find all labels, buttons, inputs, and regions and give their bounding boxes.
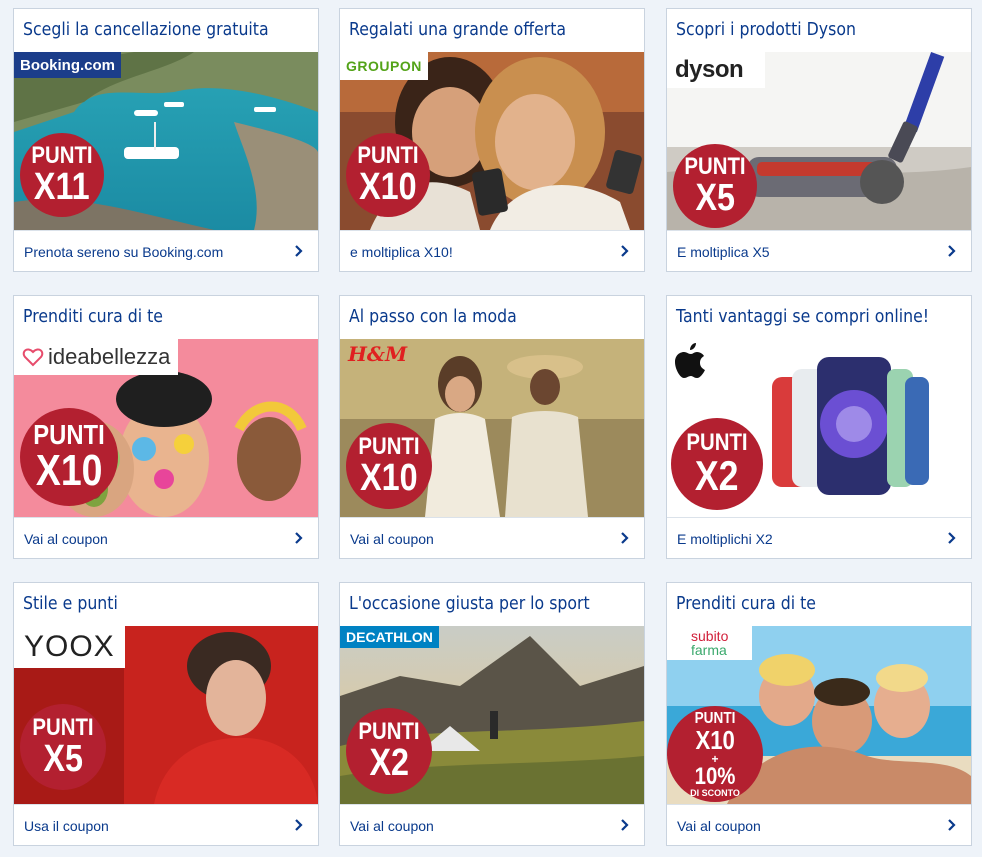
card-image[interactable]: subito farma PUNTI X10 + 10% DI SCONTO — [667, 626, 971, 804]
card-title: Al passo con la moda — [349, 307, 517, 327]
points-badge: PUNTI X5 — [673, 144, 757, 228]
card-footer-link[interactable]: Prenota sereno su Booking.com — [14, 230, 318, 273]
card-link-text[interactable]: Vai al coupon — [677, 818, 761, 834]
apple-icon — [675, 343, 705, 378]
chevron-right-icon — [295, 532, 303, 544]
dyson-logo: dyson — [667, 52, 765, 88]
chevron-right-icon — [621, 532, 629, 544]
chevron-right-icon — [948, 819, 956, 831]
card-footer-link[interactable]: Vai al coupon — [340, 804, 644, 847]
card-image[interactable]: Booking.com PUNTI X11 — [14, 52, 318, 230]
card-title: L'occasione giusta per lo sport — [349, 594, 590, 614]
groupon-logo: GROUPON — [340, 52, 428, 80]
card-title: Scopri i prodotti Dyson — [676, 20, 856, 40]
card-image[interactable]: DECATHLON PUNTI X2 — [340, 626, 644, 804]
card-image[interactable]: ideabellezza PUNTI X10 — [14, 339, 318, 517]
points-badge: PUNTI X10 — [20, 408, 118, 506]
points-badge: PUNTI X10 — [346, 423, 432, 509]
card-title: Scegli la cancellazione gratuita — [23, 20, 269, 40]
ideabellezza-logo: ideabellezza — [14, 339, 179, 375]
chevron-right-icon — [621, 819, 629, 831]
card-title: Prenditi cura di te — [23, 307, 163, 327]
card-title: Tanti vantaggi se compri online! — [676, 307, 930, 327]
card-link-text[interactable]: e moltiplica X10! — [350, 244, 453, 260]
points-badge: PUNTI X10 + 10% DI SCONTO — [667, 706, 763, 802]
card-image[interactable]: PUNTI X2 — [667, 339, 971, 517]
hm-logo: H&M — [348, 342, 408, 366]
card-link-text[interactable]: Vai al coupon — [350, 818, 434, 834]
points-badge: PUNTI X2 — [346, 708, 432, 794]
card-image[interactable]: dyson PUNTI X5 — [667, 52, 971, 230]
card-link-text[interactable]: E moltiplica X5 — [677, 244, 770, 260]
promo-card-groupon[interactable]: Regalati una grande offerta GROUPON PUNT… — [339, 8, 645, 272]
heart-icon — [22, 348, 44, 367]
subitofarma-logo: subito farma — [667, 626, 753, 660]
card-image[interactable]: GROUPON PUNTI X10 — [340, 52, 644, 230]
card-title: Stile e punti — [23, 594, 118, 614]
booking-logo: Booking.com — [14, 52, 122, 78]
promo-card-ideabellezza[interactable]: Prenditi cura di te ideabellezza PUNTI X… — [13, 295, 319, 559]
yoox-logo: YOOX — [14, 626, 125, 668]
chevron-right-icon — [621, 245, 629, 257]
chevron-right-icon — [948, 245, 956, 257]
promo-card-booking[interactable]: Scegli la cancellazione gratuita Booking… — [13, 8, 319, 272]
card-footer-link[interactable]: E moltiplichi X2 — [667, 517, 971, 560]
promo-card-apple[interactable]: Tanti vantaggi se compri online! PUNTI X… — [666, 295, 972, 559]
card-footer-link[interactable]: E moltiplica X5 — [667, 230, 971, 273]
card-title: Prenditi cura di te — [676, 594, 816, 614]
card-link-text[interactable]: Prenota sereno su Booking.com — [24, 244, 223, 260]
chevron-right-icon — [295, 819, 303, 831]
card-link-text[interactable]: Vai al coupon — [24, 531, 108, 547]
chevron-right-icon — [295, 245, 303, 257]
chevron-right-icon — [948, 532, 956, 544]
points-badge: PUNTI X11 — [20, 133, 104, 217]
card-footer-link[interactable]: Vai al coupon — [340, 517, 644, 560]
promo-card-dyson[interactable]: Scopri i prodotti Dyson dyson PUNTI X5 E… — [666, 8, 972, 272]
points-badge: PUNTI X10 — [346, 133, 430, 217]
promo-card-yoox[interactable]: Stile e punti YOOX PUNTI X5 Usa il coupo… — [13, 582, 319, 846]
card-footer-link[interactable]: e moltiplica X10! — [340, 230, 644, 273]
promo-card-decathlon[interactable]: L'occasione giusta per lo sport DECATHLO… — [339, 582, 645, 846]
card-title: Regalati una grande offerta — [349, 20, 567, 40]
card-link-text[interactable]: E moltiplichi X2 — [677, 531, 773, 547]
apple-logo — [667, 339, 715, 383]
card-link-text[interactable]: Vai al coupon — [350, 531, 434, 547]
card-footer-link[interactable]: Usa il coupon — [14, 804, 318, 847]
card-footer-link[interactable]: Vai al coupon — [14, 517, 318, 560]
card-image[interactable]: YOOX PUNTI X5 — [14, 626, 318, 804]
points-badge: PUNTI X2 — [671, 418, 763, 510]
promo-card-subitofarma[interactable]: Prenditi cura di te subito farma PUNTI X… — [666, 582, 972, 846]
card-link-text[interactable]: Usa il coupon — [24, 818, 109, 834]
promo-card-hm[interactable]: Al passo con la moda H&M PUNTI X10 Vai a… — [339, 295, 645, 559]
card-footer-link[interactable]: Vai al coupon — [667, 804, 971, 847]
card-image[interactable]: H&M PUNTI X10 — [340, 339, 644, 517]
points-badge: PUNTI X5 — [20, 704, 106, 790]
decathlon-logo: DECATHLON — [340, 626, 439, 648]
